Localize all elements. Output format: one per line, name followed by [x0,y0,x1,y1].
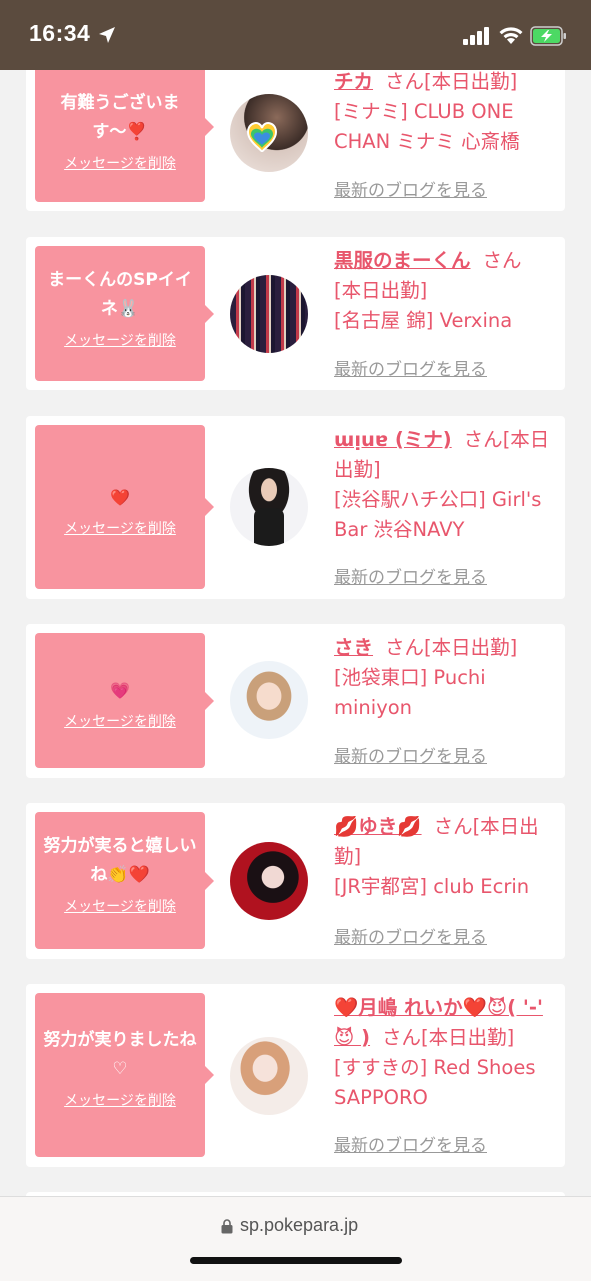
message-text: 努力が実りましたね♡ [43,1030,197,1079]
avatar[interactable] [230,842,308,920]
message-bubble: まーくんのSPイイネ🐰 メッセージを削除 [35,246,214,381]
message-bubble: ❤️ メッセージを削除 [35,425,214,589]
message-text: 有難うございます〜❣️ [60,93,180,142]
work-status: [本日出勤] [334,279,428,302]
location-arrow-icon [99,27,115,43]
shop-name: [池袋東口] Puchi miniyon [334,666,486,719]
work-status: [本日出勤] [424,70,518,93]
avatar[interactable] [230,468,308,546]
cast-name-link[interactable]: ɯᴉuɐ (ミナ) [334,428,452,451]
message-card: 有難うございます〜❣️ メッセージを削除 チカ さん[本日出勤] [ミナミ] CL… [26,50,565,211]
cast-info: 黒服のまーくん さん [本日出勤] [名古屋 錦] Verxina [334,246,559,336]
cast-info: チカ さん[本日出勤] [ミナミ] CLUB ONE CHAN ミナミ 心斎橋 [334,67,559,157]
work-status: [本日出勤] [421,1026,515,1049]
battery-charging-icon [530,26,566,46]
message-card: 努力が実りましたね♡ メッセージを削除 ❤️月嶋 れいか❤️😈( '-' 😈 )… [26,984,565,1167]
message-text: 💗 [110,681,130,700]
message-bubble: 努力が実りましたね♡ メッセージを削除 [35,993,214,1157]
honorific: さん [482,249,522,272]
status-bar: 16:34 [0,0,591,70]
honorific: さん [433,815,473,838]
delete-message-link[interactable]: メッセージを削除 [35,330,205,350]
message-bubble: 努力が実ると嬉しいね👏❤️ メッセージを削除 [35,812,214,949]
cast-name-link[interactable]: チカ [334,70,373,93]
honorific: さん [385,636,425,659]
message-card: 💗 メッセージを削除 さき さん[本日出勤] [池袋東口] Puchi miniy… [26,624,565,778]
message-card: 努力が実ると嬉しいね👏❤️ メッセージを削除 💋ゆき💋 さん[本日出勤] [JR宇… [26,803,565,959]
avatar[interactable] [230,661,308,739]
lock-icon [221,1219,233,1234]
latest-blog-link[interactable]: 最新のブログを見る [334,923,487,948]
url-text[interactable]: sp.pokepara.jp [240,1215,358,1236]
cast-name-link[interactable]: 💋ゆき💋 [334,815,422,838]
latest-blog-link[interactable]: 最新のブログを見る [334,563,487,588]
shop-name: [名古屋 錦] Verxina [334,309,513,332]
delete-message-link[interactable]: メッセージを削除 [35,711,205,731]
wifi-icon [499,27,523,44]
cast-info: ❤️月嶋 れいか❤️😈( '-' 😈 ) さん[本日出勤] [すすきの] Red … [334,993,559,1113]
honorific: さん [385,70,425,93]
cast-name-link[interactable]: 黒服のまーくん [334,249,471,272]
status-time: 16:34 [29,20,91,46]
delete-message-link[interactable]: メッセージを削除 [35,1090,205,1110]
delete-message-link[interactable]: メッセージを削除 [35,518,205,538]
honorific: さん [463,428,503,451]
cast-info: さき さん[本日出勤] [池袋東口] Puchi miniyon [334,633,559,723]
cast-info: ɯᴉuɐ (ミナ) さん[本日出勤] [渋谷駅ハチ公口] Girl's Bar 渋… [334,425,559,545]
shop-name: [ミナミ] CLUB ONE CHAN ミナミ 心斎橋 [334,100,520,153]
avatar[interactable] [230,1037,308,1115]
honorific: さん [382,1026,422,1049]
latest-blog-link[interactable]: 最新のブログを見る [334,355,487,380]
avatar[interactable] [230,275,308,353]
work-status: [本日出勤] [424,636,518,659]
message-card: まーくんのSPイイネ🐰 メッセージを削除 黒服のまーくん さん [本日出勤] [名… [26,237,565,390]
cast-name-link[interactable]: さき [334,636,373,659]
message-text: 努力が実ると嬉しいね👏❤️ [43,836,197,885]
message-bubble: 有難うございます〜❣️ メッセージを削除 [35,52,214,202]
latest-blog-link[interactable]: 最新のブログを見る [334,176,487,201]
latest-blog-link[interactable]: 最新のブログを見る [334,742,487,767]
shop-name: [すすきの] Red Shoes SAPPORO [334,1056,536,1109]
cast-info: 💋ゆき💋 さん[本日出勤] [JR宇都宮] club Ecrin [334,812,559,902]
delete-message-link[interactable]: メッセージを削除 [35,896,205,916]
message-text: ❤️ [110,488,130,507]
shop-name: [JR宇都宮] club Ecrin [334,875,530,898]
rainbow-heart-icon [246,122,278,153]
home-indicator[interactable] [190,1257,402,1264]
browser-address-bar[interactable]: sp.pokepara.jp [0,1196,591,1281]
message-bubble: 💗 メッセージを削除 [35,633,214,768]
avatar[interactable] [230,94,308,172]
message-text: まーくんのSPイイネ🐰 [48,270,192,319]
message-feed: 有難うございます〜❣️ メッセージを削除 チカ さん[本日出勤] [ミナミ] CL… [0,0,591,1280]
message-card: ❤️ メッセージを削除 ɯᴉuɐ (ミナ) さん[本日出勤] [渋谷駅ハチ公口] … [26,416,565,599]
latest-blog-link[interactable]: 最新のブログを見る [334,1131,487,1156]
cellular-signal-icon [463,27,489,45]
shop-name: [渋谷駅ハチ公口] Girl's Bar 渋谷NAVY [334,488,542,541]
delete-message-link[interactable]: メッセージを削除 [35,153,205,173]
